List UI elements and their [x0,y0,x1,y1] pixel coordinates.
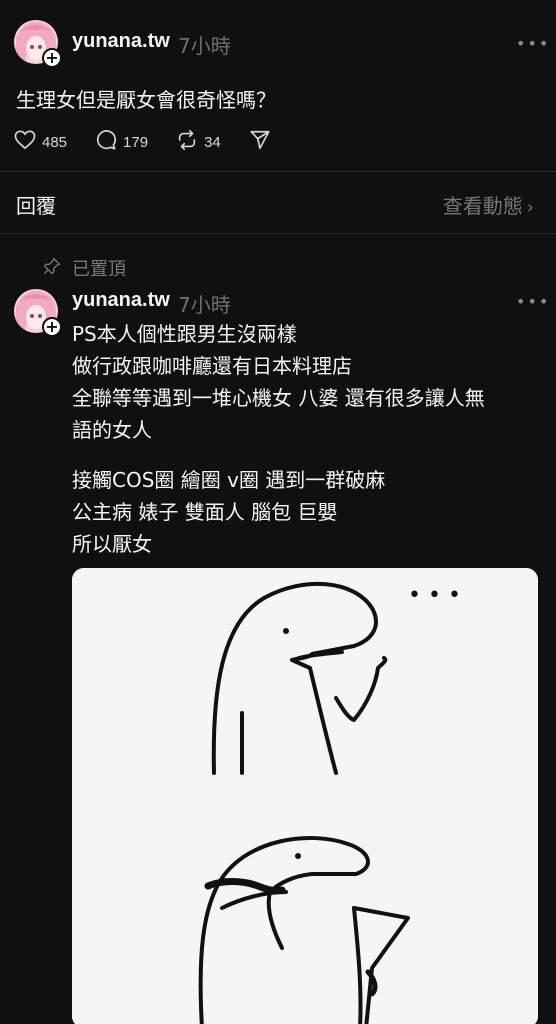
replies-label: 回覆 [16,194,56,218]
pin-icon [42,256,72,281]
repost-button[interactable]: 34 [176,129,221,155]
post-time: 7小時 [178,34,231,58]
like-count: 485 [42,133,68,151]
reply-time: 7小時 [178,293,231,317]
divider [0,233,556,234]
heart-icon [14,130,42,154]
post-text: 生理女但是厭女會很奇怪嗎？ [16,88,276,112]
avatar[interactable]: + [14,20,62,68]
more-icon[interactable]: ••• [516,292,550,311]
view-activity-label: 查看動態 [442,194,523,218]
pinned-indicator: 已置頂 [42,255,126,281]
comment-button[interactable]: 179 [95,129,148,155]
post-username[interactable]: yunana.tw [72,30,170,53]
follow-plus-icon[interactable]: + [42,48,62,68]
action-bar: 485 179 34 [14,128,305,156]
repost-icon [176,129,204,155]
reply-username[interactable]: yunana.tw [72,289,170,312]
follow-plus-icon[interactable]: + [42,317,62,337]
comment-icon [95,129,123,155]
repost-count: 34 [204,133,221,151]
chevron-right-icon: › [526,197,534,218]
reply-avatar[interactable]: + [14,289,62,337]
share-button[interactable] [249,129,277,155]
reply-paragraph-2: 接觸COS圈 繪圈 v圈 遇到一群破麻 公主病 婊子 雙面人 腦包 巨嬰 所以厭… [72,468,386,556]
reply-image[interactable]: • • • [72,568,538,1024]
send-icon [249,129,277,155]
comment-count: 179 [123,133,149,151]
view-activity-link[interactable]: 查看動態 › [443,190,534,219]
reply-paragraph-1: PS本人個性跟男生沒兩樣 做行政跟咖啡廳還有日本料理店 全聯等等遇到一堆心機女 … [72,322,485,442]
more-icon[interactable]: ••• [516,34,550,53]
like-button[interactable]: 485 [14,130,67,154]
pinned-label: 已置頂 [72,259,126,280]
ellipsis-text: • • • [408,583,461,608]
divider [0,171,556,172]
